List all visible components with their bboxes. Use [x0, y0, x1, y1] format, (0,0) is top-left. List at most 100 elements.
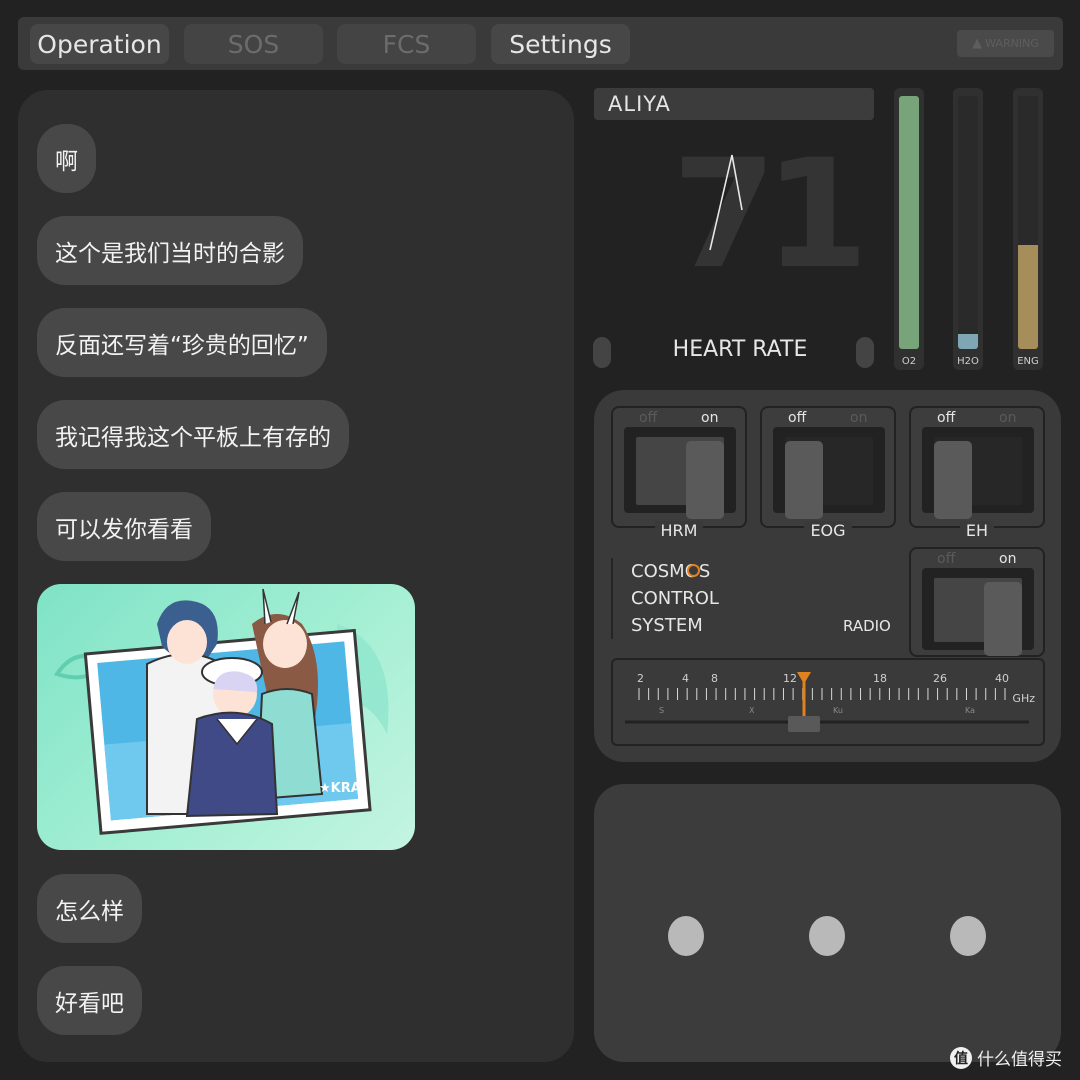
- chat-message: 我记得我这个平板上有存的: [37, 400, 349, 469]
- tab-settings[interactable]: Settings: [491, 24, 630, 64]
- switch-knob[interactable]: [686, 441, 724, 519]
- tab-sos[interactable]: SOS: [184, 24, 323, 64]
- tab-settings-label: Settings: [509, 29, 612, 59]
- dial-band-label: Ku: [833, 706, 843, 715]
- dial-band-label: X: [749, 706, 755, 715]
- chat-message: 啊: [37, 124, 96, 193]
- dial-unit: GHz: [1012, 692, 1035, 705]
- switch-off-label: off: [788, 410, 807, 426]
- gauge-fill-h2o: [958, 333, 978, 349]
- chat-message: 好看吧: [37, 966, 142, 1035]
- chat-photo[interactable]: ★KRA: [37, 584, 415, 850]
- pad-button-1[interactable]: [668, 916, 704, 956]
- switch-knob[interactable]: [785, 441, 823, 519]
- heart-rate-label: HEART RATE: [672, 337, 808, 362]
- dial-tick-label: 40: [995, 672, 1009, 685]
- gauge-fill-eng: [1018, 245, 1038, 349]
- message-text: 怎么样: [55, 898, 124, 925]
- gauge-eng: ENG: [1013, 88, 1043, 370]
- gauge-track: [899, 96, 919, 349]
- dial-tick-label: 18: [873, 672, 887, 685]
- patient-name: ALIYA: [594, 88, 874, 120]
- heart-rate-waveform: [709, 154, 743, 251]
- switch-name: HRM: [613, 521, 745, 540]
- tab-fcs[interactable]: FCS: [337, 24, 476, 64]
- hr-right-handle[interactable]: [856, 337, 874, 368]
- gauge-h2o: H2O: [953, 88, 983, 370]
- switch-slot: [785, 437, 873, 519]
- cosmos-indicator-dot: [687, 564, 700, 577]
- dial-tick-label: 4: [682, 672, 689, 685]
- gauge-o2: O2: [894, 88, 924, 370]
- switch-on-label: on: [999, 551, 1017, 567]
- chat-message: 这个是我们当时的合影: [37, 216, 303, 285]
- cosmos-logo: COSMOS CONTROL SYSTEM: [611, 558, 719, 639]
- switch-on-label: on: [850, 410, 868, 426]
- switch-name-text: HRM: [654, 521, 704, 540]
- pad-button-3[interactable]: [950, 916, 986, 956]
- message-text: 我记得我这个平板上有存的: [55, 424, 331, 451]
- switch-hrm[interactable]: off on HRM: [611, 406, 747, 540]
- patient-name-text: ALIYA: [608, 92, 671, 116]
- frequency-scale: [625, 672, 1029, 724]
- switch-housing: [922, 427, 1034, 519]
- message-text: 这个是我们当时的合影: [55, 240, 285, 267]
- gauge-label-o2: O2: [901, 356, 917, 367]
- switch-on-label: on: [999, 410, 1017, 426]
- message-text: 反面还写着“珍贵的回忆”: [55, 332, 309, 359]
- dial-tick-label: 2: [637, 672, 644, 685]
- switch-eh[interactable]: off on EH: [909, 406, 1045, 540]
- switch-slot: [934, 578, 1022, 656]
- radio-label: RADIO: [843, 617, 891, 635]
- switch-housing: [624, 427, 736, 519]
- switch-knob[interactable]: [934, 441, 972, 519]
- tab-fcs-label: FCS: [382, 29, 431, 59]
- switch-name-text: EH: [959, 521, 995, 540]
- switch-housing: [773, 427, 885, 519]
- warning-label: WARNING: [985, 37, 1039, 50]
- cosmos-line-2: CONTROL: [631, 588, 719, 609]
- switch-name: EH: [911, 521, 1043, 540]
- switch-off-label: off: [937, 410, 956, 426]
- gauge-label-eng: ENG: [1017, 356, 1039, 367]
- gauge-track: [1018, 96, 1038, 349]
- chat-message: 可以发你看看: [37, 492, 211, 561]
- switch-slot: [636, 437, 724, 519]
- switch-off-label: off: [639, 410, 658, 426]
- switch-radio[interactable]: off on: [909, 547, 1045, 657]
- watermark-text: 什么值得买: [977, 1050, 1062, 1070]
- switch-housing: [922, 568, 1034, 656]
- photo-illustration: [53, 588, 389, 835]
- message-text: 好看吧: [55, 990, 124, 1017]
- tab-sos-label: SOS: [227, 29, 280, 59]
- switch-name: EOG: [762, 521, 894, 540]
- frequency-dial[interactable]: GHz 2 4 8 12 18 26 40 S X Ku Ka: [611, 658, 1045, 746]
- gauge-label-h2o: H2O: [957, 356, 979, 367]
- tab-operation-label: Operation: [37, 29, 162, 59]
- switch-eog[interactable]: off on EOG: [760, 406, 896, 540]
- gauge-fill-o2: [899, 96, 919, 349]
- switch-name-text: EOG: [804, 521, 852, 540]
- warning-triangle-icon: ▲: [972, 36, 983, 51]
- photo-signature: ★KRA: [319, 781, 361, 796]
- dial-tick-label: 8: [711, 672, 718, 685]
- chat-message: 反面还写着“珍贵的回忆”: [37, 308, 327, 377]
- pad-button-2[interactable]: [809, 916, 845, 956]
- watermark: 值 什么值得买: [950, 1045, 1062, 1070]
- cosmos-line-1: COSMOS: [631, 561, 711, 582]
- message-text: 啊: [55, 148, 78, 175]
- dial-tick-label: 12: [783, 672, 797, 685]
- tab-operation[interactable]: Operation: [30, 24, 169, 64]
- cosmos-line-3: SYSTEM: [631, 615, 703, 636]
- dial-band-label: Ka: [965, 706, 976, 715]
- hr-left-handle[interactable]: [593, 337, 611, 368]
- switch-off-label: off: [937, 551, 956, 567]
- switch-slot: [934, 437, 1022, 519]
- switch-knob[interactable]: [984, 582, 1022, 656]
- chat-message: 怎么样: [37, 874, 142, 943]
- dial-slider-thumb[interactable]: [788, 716, 820, 732]
- dial-tick-label: 26: [933, 672, 947, 685]
- gauge-track: [958, 96, 978, 349]
- watermark-logo-icon: 值: [950, 1046, 972, 1069]
- dial-band-label: S: [659, 706, 665, 715]
